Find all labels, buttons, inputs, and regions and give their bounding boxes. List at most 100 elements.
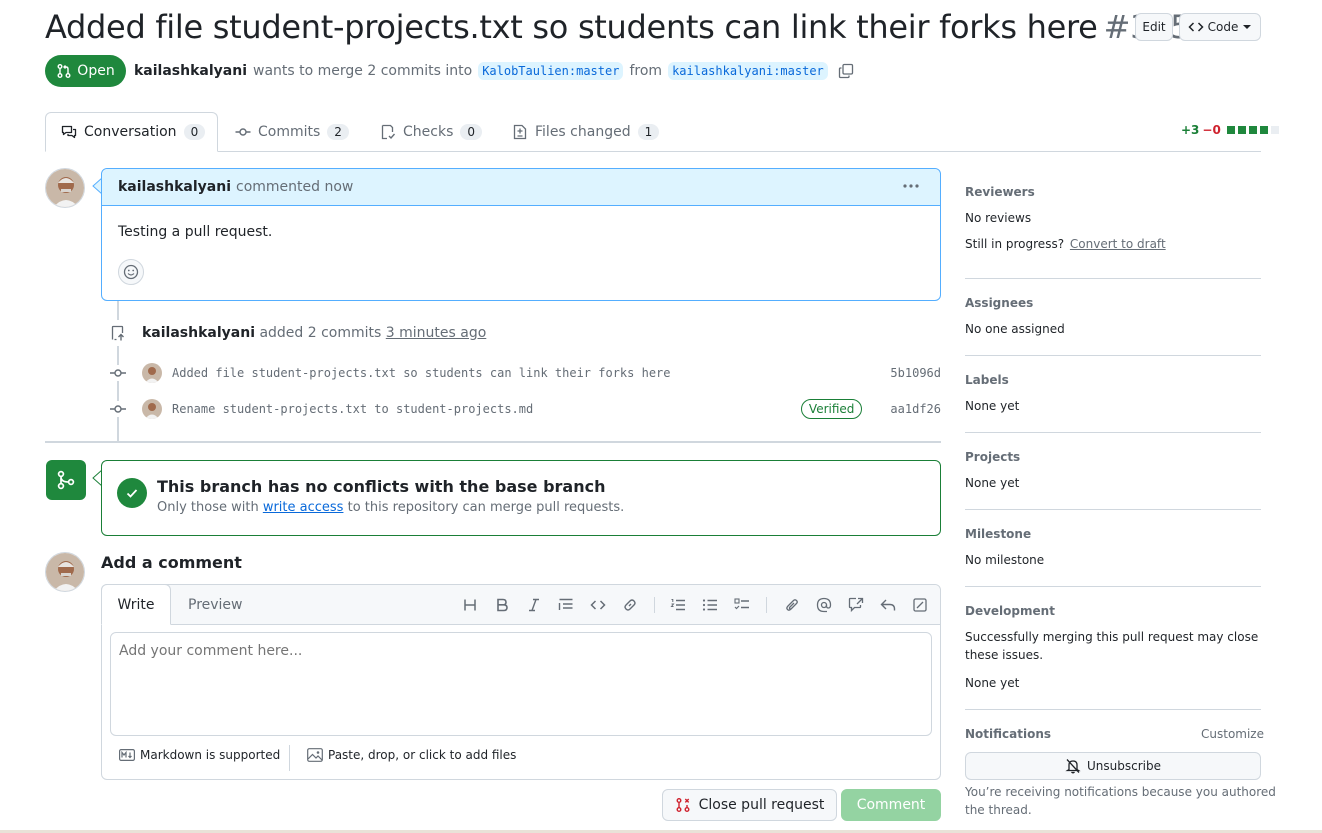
comment-textarea[interactable]: [110, 632, 932, 736]
diffstat-deletions: −0: [1202, 123, 1221, 137]
notification-reason-line1: You’re receiving notifications because y…: [965, 785, 1276, 799]
bold-icon[interactable]: [492, 595, 512, 615]
diffstat: +3 −0: [1181, 123, 1279, 137]
development-note-line1: Successfully merging this pull request m…: [965, 630, 1259, 644]
pr-author-link[interactable]: kailashkalyani: [134, 63, 247, 79]
markdown-support-link[interactable]: Markdown is supported: [119, 748, 280, 762]
pr-state-badge: Open: [45, 55, 126, 87]
check-circle-icon: [117, 478, 147, 508]
tab-write[interactable]: Write: [101, 584, 171, 625]
avatar[interactable]: [142, 363, 162, 383]
tab-conversation[interactable]: Conversation 0: [45, 112, 218, 152]
commit-row: Added file student-projects.txt so stude…: [108, 362, 941, 384]
sidebar-divider: [965, 509, 1261, 510]
commit-row: Rename student-projects.txt to student-p…: [108, 398, 941, 420]
code-button[interactable]: Code: [1179, 13, 1261, 41]
event-time[interactable]: 3 minutes ago: [386, 325, 487, 341]
assignees-heading[interactable]: Assignees: [965, 296, 1033, 310]
git-merge-icon: [46, 460, 86, 500]
merge-text: wants to merge 2 commits into: [253, 63, 473, 79]
mention-icon[interactable]: [814, 595, 834, 615]
edit-title-button[interactable]: Edit: [1135, 13, 1173, 41]
tab-commits[interactable]: Commits 2: [235, 112, 349, 152]
add-reaction-button[interactable]: [118, 259, 144, 285]
comment-meta[interactable]: commented now: [236, 179, 353, 195]
repo-push-icon: [105, 320, 131, 346]
toolbar-divider: [654, 597, 655, 613]
comment-author[interactable]: kailashkalyani: [118, 179, 231, 195]
development-note-line2: these issues.: [965, 648, 1044, 662]
tab-commits-count: 2: [327, 124, 349, 140]
fullscreen-icon[interactable]: [910, 595, 930, 615]
sidebar-divider: [965, 432, 1261, 433]
merge-status-box: [101, 460, 941, 536]
tab-files-count: 1: [637, 124, 660, 140]
commit-message[interactable]: Rename student-projects.txt to student-p…: [172, 402, 801, 416]
commit-sha[interactable]: aa1df26: [890, 402, 941, 416]
tab-preview[interactable]: Preview: [188, 585, 243, 625]
avatar[interactable]: [142, 399, 162, 419]
commit-message[interactable]: Added file student-projects.txt so stude…: [172, 366, 890, 380]
base-branch-label[interactable]: KalobTaulien:master: [478, 62, 624, 80]
attach-files-button[interactable]: Paste, drop, or click to add files: [307, 748, 516, 762]
customize-link[interactable]: Customize: [1201, 727, 1264, 741]
tab-conversation-count: 0: [183, 124, 206, 140]
notification-reason-line2: the thread.: [965, 803, 1032, 817]
avatar[interactable]: [45, 552, 85, 592]
tab-checks[interactable]: Checks 0: [380, 112, 483, 152]
commit-icon: [108, 365, 128, 381]
reviewers-heading[interactable]: Reviewers: [965, 185, 1035, 199]
pr-meta: kailashkalyani wants to merge 2 commits …: [134, 59, 854, 83]
tab-files-changed[interactable]: Files changed 1: [512, 112, 660, 152]
event-author[interactable]: kailashkalyani: [142, 325, 255, 341]
sidebar-divider: [965, 586, 1261, 587]
comment-header: kailashkalyani commented now: [102, 169, 940, 206]
verified-badge[interactable]: Verified: [800, 399, 863, 419]
reply-icon[interactable]: [878, 595, 898, 615]
copy-icon[interactable]: [838, 63, 854, 79]
close-pull-request-button[interactable]: Close pull request: [662, 789, 837, 821]
checklist-icon: [380, 124, 396, 140]
diffstat-block: [1237, 126, 1246, 134]
toolbar-divider: [766, 597, 767, 613]
quote-icon[interactable]: [556, 595, 576, 615]
event-text: added 2 commits: [259, 325, 382, 341]
caret-down-icon: [1242, 22, 1252, 32]
comment-submit-button[interactable]: Comment: [841, 789, 941, 821]
italic-icon[interactable]: [524, 595, 544, 615]
ordered-list-icon[interactable]: [668, 595, 688, 615]
assignees-value: No one assigned: [965, 322, 1065, 336]
merge-sub-suffix: to this repository can merge pull reques…: [347, 500, 625, 515]
avatar[interactable]: [45, 168, 85, 208]
unsubscribe-button[interactable]: Unsubscribe: [965, 752, 1261, 780]
development-heading[interactable]: Development: [965, 604, 1055, 618]
merge-status-subtitle: Only those with write access to this rep…: [157, 500, 624, 515]
link-icon[interactable]: [620, 595, 640, 615]
code-icon: [1188, 19, 1204, 35]
paperclip-icon[interactable]: [782, 595, 802, 615]
comment-card: kailashkalyani commented now Testing a p…: [101, 168, 941, 301]
write-access-link[interactable]: write access: [263, 500, 344, 515]
tab-checks-count: 0: [460, 124, 483, 140]
milestone-heading[interactable]: Milestone: [965, 527, 1031, 541]
heading-icon[interactable]: [460, 595, 480, 615]
head-branch-label[interactable]: kailashkalyani:master: [668, 62, 828, 80]
kebab-horizontal-icon[interactable]: [902, 177, 920, 195]
code-icon[interactable]: [588, 595, 608, 615]
projects-heading[interactable]: Projects: [965, 450, 1020, 464]
cross-reference-icon[interactable]: [846, 595, 866, 615]
labels-heading[interactable]: Labels: [965, 373, 1009, 387]
diffstat-additions: +3: [1181, 123, 1200, 137]
footer-divider: [289, 745, 290, 771]
convert-to-draft-link[interactable]: Convert to draft: [1070, 237, 1166, 251]
commit-icon: [108, 401, 128, 417]
pull-request-icon: [56, 63, 72, 79]
unordered-list-icon[interactable]: [700, 595, 720, 615]
tab-files-label: Files changed: [535, 124, 631, 140]
attach-note: Paste, drop, or click to add files: [328, 748, 517, 762]
commit-sha[interactable]: 5b1096d: [890, 366, 941, 380]
tab-conversation-label: Conversation: [84, 124, 177, 140]
notifications-heading: Notifications: [965, 727, 1052, 741]
comment-discussion-icon: [61, 124, 77, 140]
tasklist-icon[interactable]: [732, 595, 752, 615]
